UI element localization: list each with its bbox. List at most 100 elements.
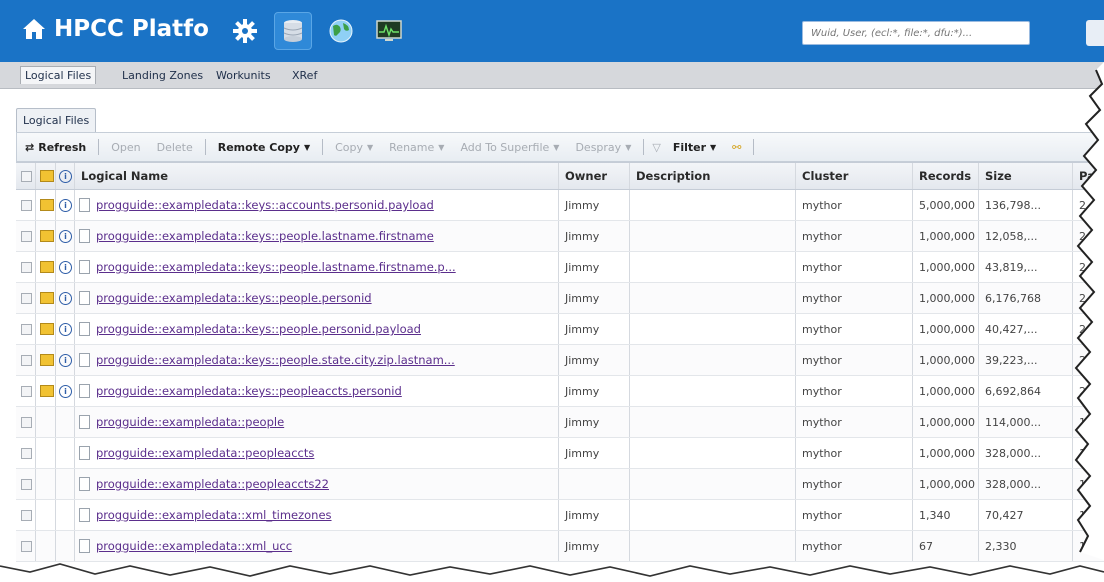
col-logical-name[interactable]: Logical Name (75, 163, 559, 189)
owner-cell: Jimmy (559, 314, 630, 344)
table-row[interactable]: i progguide::exampledata::keys::people.pe… (16, 314, 1104, 345)
table-row[interactable]: progguide::exampledata::peopleaccts Jimmy… (16, 438, 1104, 469)
logical-file-link[interactable]: progguide::exampledata::xml_ucc (96, 539, 292, 553)
table-row[interactable]: progguide::exampledata::xml_ucc Jimmy myth… (16, 531, 1104, 562)
tab-xref[interactable]: XRef (288, 67, 321, 85)
rename-button[interactable]: Rename ▼ (381, 141, 452, 154)
tree-view-icon[interactable]: ⚯ (724, 141, 749, 154)
records-cell: 1,000,000 (913, 283, 979, 313)
row-checkbox[interactable] (21, 199, 32, 211)
remote-copy-button[interactable]: Remote Copy ▼ (210, 141, 318, 154)
logical-name-cell: progguide::exampledata::keys::people.las… (75, 221, 559, 251)
row-select-cell (16, 469, 36, 499)
cluster-cell: mythor (796, 376, 913, 406)
key-cell (56, 469, 75, 499)
file-icon (79, 322, 90, 336)
logical-file-link[interactable]: progguide::exampledata::xml_timezones (96, 508, 332, 522)
globe-icon[interactable] (322, 12, 360, 50)
home-icon[interactable] (22, 18, 46, 40)
gear-icon[interactable] (226, 12, 264, 50)
table-row[interactable]: i progguide::exampledata::keys::accounts.… (16, 190, 1104, 221)
key-cell: i (56, 314, 75, 344)
select-all-checkbox[interactable] (21, 170, 32, 182)
filter-button[interactable]: Filter ▼ (665, 141, 724, 154)
logical-name-cell: progguide::exampledata::peopleaccts (75, 438, 559, 468)
col-parts[interactable]: Par (1073, 163, 1104, 189)
tab-landing-zones[interactable]: Landing Zones (118, 67, 207, 85)
table-row[interactable]: progguide::exampledata::peopleaccts22 myt… (16, 469, 1104, 500)
cluster-cell: mythor (796, 531, 913, 561)
row-checkbox[interactable] (21, 509, 32, 521)
tab-logical-files[interactable]: Logical Files (20, 66, 97, 84)
col-size[interactable]: Size (979, 163, 1073, 189)
table-row[interactable]: i progguide::exampledata::keys::people.st… (16, 345, 1104, 376)
row-checkbox[interactable] (21, 230, 32, 242)
brand[interactable]: HPCC Platfo (22, 16, 209, 42)
row-checkbox[interactable] (21, 323, 32, 335)
row-checkbox[interactable] (21, 447, 32, 459)
select-all-cell (16, 163, 36, 189)
logical-file-link[interactable]: progguide::exampledata::keys::people.las… (96, 260, 456, 274)
database-icon[interactable] (274, 12, 312, 50)
monitor-icon[interactable] (370, 12, 408, 50)
despray-button[interactable]: Despray ▼ (567, 141, 639, 154)
records-cell: 5,000,000 (913, 190, 979, 220)
size-cell: 6,176,768 (979, 283, 1073, 313)
logical-file-link[interactable]: progguide::exampledata::keys::peopleacct… (96, 384, 402, 398)
info-icon: i (59, 353, 72, 367)
search-icon[interactable] (1086, 20, 1104, 46)
col-cluster[interactable]: Cluster (796, 163, 913, 189)
search-input[interactable] (802, 21, 1030, 45)
logical-file-link[interactable]: progguide::exampledata::keys::people.las… (96, 229, 434, 243)
tab-workunits[interactable]: Workunits (212, 67, 275, 85)
logical-file-link[interactable]: progguide::exampledata::keys::people.sta… (96, 353, 455, 367)
col-records[interactable]: Records (913, 163, 979, 189)
table-row[interactable]: i progguide::exampledata::keys::peopleacc… (16, 376, 1104, 407)
cluster-cell: mythor (796, 345, 913, 375)
open-button[interactable]: Open (103, 141, 148, 154)
logical-file-link[interactable]: progguide::exampledata::peopleaccts22 (96, 477, 329, 491)
copy-button[interactable]: Copy ▼ (327, 141, 381, 154)
subtab-logical-files[interactable]: Logical Files (16, 108, 97, 133)
logical-name-cell: progguide::exampledata::peopleaccts22 (75, 469, 559, 499)
owner-cell: Jimmy (559, 252, 630, 282)
filter-funnel-icon[interactable]: ▽ (648, 141, 664, 154)
description-cell (630, 252, 796, 282)
records-cell: 1,000,000 (913, 469, 979, 499)
refresh-button[interactable]: ⇄ Refresh (17, 141, 94, 154)
description-cell (630, 376, 796, 406)
table-row[interactable]: progguide::exampledata::people Jimmy mytho… (16, 407, 1104, 438)
delete-button[interactable]: Delete (149, 141, 201, 154)
table-row[interactable]: i progguide::exampledata::keys::people.la… (16, 221, 1104, 252)
grid-header: i Logical Name Owner Description Cluster… (16, 162, 1104, 190)
logical-file-link[interactable]: progguide::exampledata::peopleaccts (96, 446, 314, 460)
row-checkbox[interactable] (21, 540, 32, 552)
info-icon: i (59, 198, 72, 212)
compressed-icon (40, 354, 54, 366)
row-checkbox[interactable] (21, 478, 32, 490)
key-cell: i (56, 345, 75, 375)
row-checkbox[interactable] (21, 385, 32, 397)
row-checkbox[interactable] (21, 354, 32, 366)
size-cell: 12,058,... (979, 221, 1073, 251)
logical-file-link[interactable]: progguide::exampledata::keys::people.per… (96, 322, 421, 336)
col-description[interactable]: Description (630, 163, 796, 189)
logical-file-link[interactable]: progguide::exampledata::people (96, 415, 284, 429)
logical-file-link[interactable]: progguide::exampledata::keys::accounts.p… (96, 198, 434, 212)
compressed-cell (36, 469, 56, 499)
logical-file-link[interactable]: progguide::exampledata::keys::people.per… (96, 291, 372, 305)
compressed-icon (40, 170, 54, 182)
row-checkbox[interactable] (21, 416, 32, 428)
table-row[interactable]: i progguide::exampledata::keys::people.la… (16, 252, 1104, 283)
col-owner[interactable]: Owner (559, 163, 630, 189)
row-checkbox[interactable] (21, 292, 32, 304)
logical-name-cell: progguide::exampledata::people (75, 407, 559, 437)
toolbar: ⇄ Refresh Open Delete Remote Copy ▼ Copy ▼… (16, 132, 1104, 162)
app-title: HPCC Platfo (54, 16, 209, 42)
row-checkbox[interactable] (21, 261, 32, 273)
add-to-superfile-button[interactable]: Add To Superfile ▼ (452, 141, 567, 154)
table-row[interactable]: progguide::exampledata::xml_timezones Jim… (16, 500, 1104, 531)
table-row[interactable]: i progguide::exampledata::keys::people.pe… (16, 283, 1104, 314)
file-icon (79, 446, 90, 460)
size-cell: 2,330 (979, 531, 1073, 561)
